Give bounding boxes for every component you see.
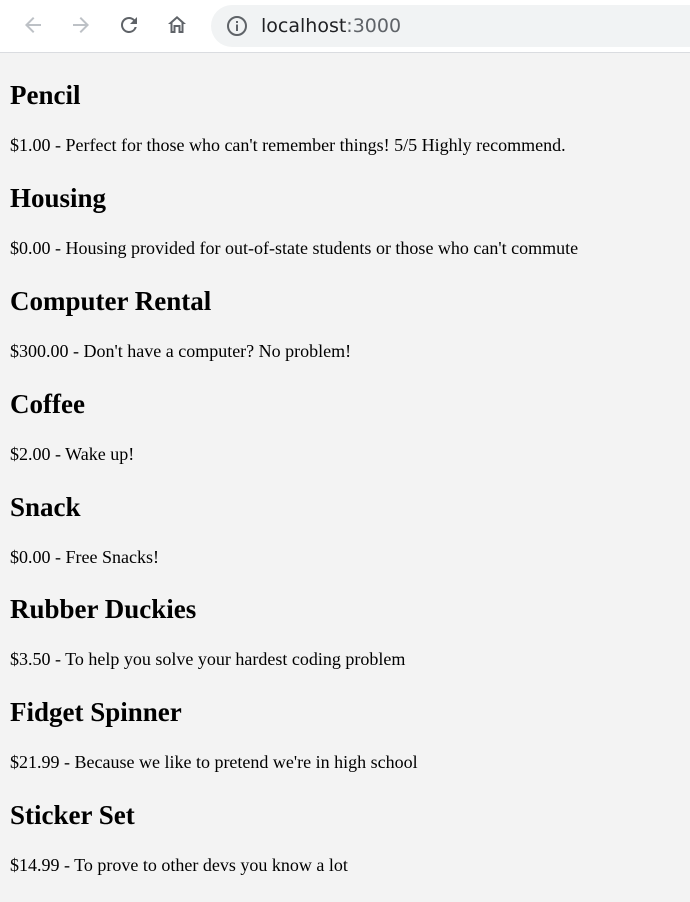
list-item: Coffee $2.00 - Wake up! <box>10 362 680 465</box>
home-icon <box>168 16 186 33</box>
product-description: $14.99 - To prove to other devs you know… <box>10 855 348 876</box>
browser-toolbar: localhost:3000 <box>0 0 690 53</box>
product-description: $2.00 - Wake up! <box>10 443 135 464</box>
product-description: $0.00 - Free Snacks! <box>10 546 159 567</box>
product-name: Sticker Set <box>10 800 135 831</box>
reload-icon <box>121 17 137 33</box>
product-description: $21.99 - Because we like to pretend we'r… <box>10 752 418 773</box>
product-description: $1.00 - Perfect for those who can't reme… <box>10 135 566 155</box>
product-description: $0.00 - Housing provided for out-of-stat… <box>10 237 579 258</box>
product-name: Rubber Duckies <box>10 594 197 625</box>
list-item: Sticker Set $14.99 - To prove to other d… <box>10 773 680 876</box>
url-text[interactable]: localhost:3000 <box>261 5 401 47</box>
product-name: Computer Rental <box>10 285 212 316</box>
product-name: Snack <box>10 491 81 522</box>
list-item: Rubber Duckies $3.50 - To help you solve… <box>10 567 680 670</box>
list-item: Computer Rental $300.00 - Don't have a c… <box>10 259 680 362</box>
list-item: Fidget Spinner $21.99 - Because we like … <box>10 670 680 773</box>
list-item: Housing $0.00 - Housing provided for out… <box>10 156 680 259</box>
home-button[interactable] <box>161 9 193 41</box>
info-circle-icon[interactable] <box>225 14 249 38</box>
reload-button[interactable] <box>113 9 145 41</box>
product-list: Pencil $1.00 - Perfect for those who can… <box>10 53 680 876</box>
back-button[interactable] <box>17 9 49 41</box>
list-item: Snack $0.00 - Free Snacks! <box>10 465 680 568</box>
product-name: Pencil <box>10 80 81 110</box>
arrow-right-icon <box>73 17 89 33</box>
forward-button[interactable] <box>65 9 97 41</box>
product-name: Coffee <box>10 388 85 419</box>
list-item: Pencil $1.00 - Perfect for those who can… <box>10 53 680 156</box>
product-name: Housing <box>10 182 107 213</box>
product-description: $300.00 - Don't have a computer? No prob… <box>10 340 352 361</box>
url-host: localhost <box>261 15 347 37</box>
arrow-left-icon <box>25 17 41 33</box>
product-name: Fidget Spinner <box>10 697 182 728</box>
address-bar[interactable]: localhost:3000 <box>211 5 690 47</box>
url-port: :3000 <box>346 15 402 37</box>
product-description: $3.50 - To help you solve your hardest c… <box>10 649 406 670</box>
